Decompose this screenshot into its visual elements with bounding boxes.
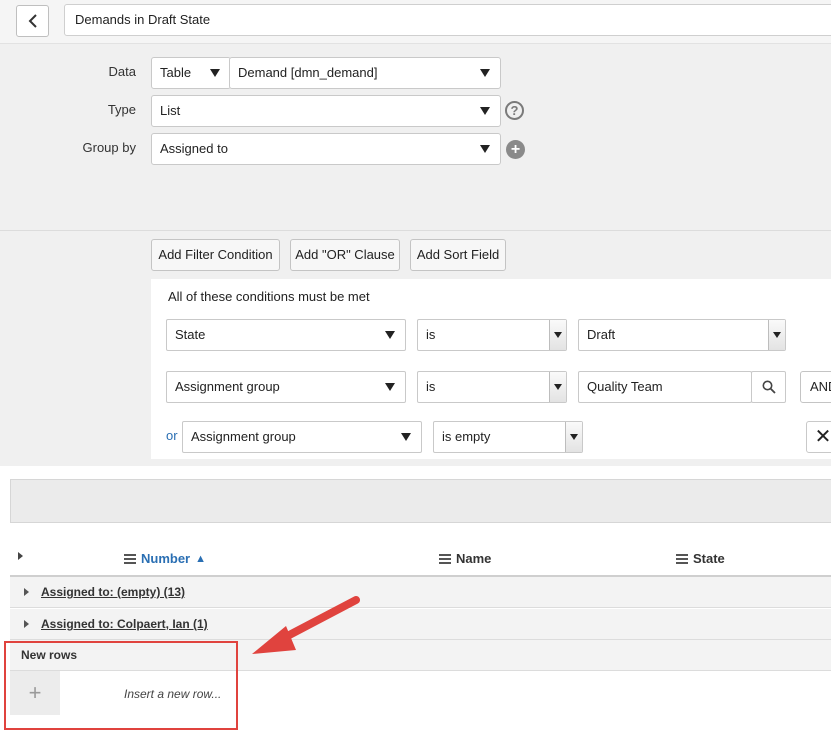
close-icon: ✕: [814, 426, 831, 448]
help-icon[interactable]: ?: [505, 101, 524, 120]
or-condition-operator-value: is empty: [442, 429, 491, 444]
or-condition-operator-select[interactable]: is empty: [433, 421, 583, 453]
chevron-left-icon: [28, 14, 37, 28]
chevron-down-icon: [480, 69, 490, 77]
condition-operator-value: is: [426, 327, 436, 342]
annotation-arrow-icon: [252, 596, 360, 654]
group-link[interactable]: Assigned to: Colpaert, Ian (1): [41, 617, 208, 631]
search-icon: [762, 380, 776, 394]
chevron-down-icon: [401, 433, 411, 441]
or-condition-field-select[interactable]: Assignment group: [182, 421, 422, 453]
add-or-clause-button[interactable]: Add "OR" Clause: [290, 239, 400, 271]
condition-value: Quality Team: [587, 379, 663, 394]
chevron-down-icon: [385, 331, 395, 339]
column-label: Name: [456, 551, 492, 566]
type-select[interactable]: List: [151, 95, 501, 127]
chevron-down-icon: [565, 422, 582, 452]
column-menu-icon[interactable]: [124, 553, 136, 564]
chevron-down-icon: [210, 69, 220, 77]
annotation-highlight-box: [4, 641, 238, 730]
column-header-name[interactable]: Name: [439, 551, 491, 566]
sort-ascending-icon: ▲: [195, 552, 207, 565]
condition-operator-select[interactable]: is: [417, 319, 567, 351]
condition-value: Draft: [587, 327, 616, 342]
report-title-input[interactable]: Demands in Draft State: [64, 4, 831, 36]
column-header-state[interactable]: State: [676, 551, 725, 566]
add-filter-condition-button[interactable]: Add Filter Condition: [151, 239, 280, 271]
add-sort-field-button[interactable]: Add Sort Field: [410, 239, 506, 271]
group-row[interactable]: Assigned to: Colpaert, Ian (1): [10, 609, 831, 640]
chevron-down-icon: [549, 320, 566, 350]
expand-group-icon[interactable]: [24, 588, 29, 596]
chevron-down-icon: [480, 107, 490, 115]
conditions-title: All of these conditions must be met: [168, 289, 370, 304]
add-group-icon[interactable]: +: [506, 140, 525, 159]
expand-all-icon[interactable]: [18, 552, 23, 560]
condition-field-value: State: [175, 327, 206, 342]
list-toolbar: [10, 479, 831, 523]
data-source-type-value: Table: [160, 65, 192, 80]
data-source-type-select[interactable]: Table: [151, 57, 231, 89]
column-label: State: [693, 551, 725, 566]
condition-value-select[interactable]: Draft: [578, 319, 786, 351]
chevron-down-icon: [549, 372, 566, 402]
data-label: Data: [108, 64, 136, 79]
condition-operator-value: is: [426, 379, 436, 394]
group-by-select[interactable]: Assigned to: [151, 133, 501, 165]
chevron-down-icon: [385, 383, 395, 391]
reference-lookup-button[interactable]: [751, 371, 786, 403]
condition-operator-select[interactable]: is: [417, 371, 567, 403]
condition-field-select[interactable]: State: [166, 319, 406, 351]
back-button[interactable]: [16, 5, 49, 37]
chevron-down-icon: [768, 320, 785, 350]
group-by-value: Assigned to: [160, 141, 228, 156]
column-label: Number: [141, 551, 191, 566]
data-table-value: Demand [dmn_demand]: [238, 65, 378, 80]
group-row[interactable]: Assigned to: (empty) (13): [10, 577, 831, 608]
column-header-number[interactable]: Number ▲: [124, 551, 206, 566]
or-condition-field-value: Assignment group: [191, 429, 296, 444]
group-by-label: Group by: [82, 140, 136, 155]
data-table-select[interactable]: Demand [dmn_demand]: [229, 57, 501, 89]
and-button[interactable]: AND: [800, 371, 831, 403]
expand-group-icon[interactable]: [24, 620, 29, 628]
chevron-down-icon: [480, 145, 490, 153]
type-value: List: [160, 103, 181, 118]
remove-condition-button[interactable]: ✕: [806, 421, 831, 453]
or-label: or: [166, 428, 178, 443]
group-link[interactable]: Assigned to: (empty) (13): [41, 585, 185, 599]
type-label: Type: [107, 102, 136, 117]
condition-field-select[interactable]: Assignment group: [166, 371, 406, 403]
column-menu-icon[interactable]: [439, 553, 451, 564]
column-menu-icon[interactable]: [676, 553, 688, 564]
condition-field-value: Assignment group: [175, 379, 280, 394]
condition-value-input[interactable]: Quality Team: [578, 371, 752, 403]
